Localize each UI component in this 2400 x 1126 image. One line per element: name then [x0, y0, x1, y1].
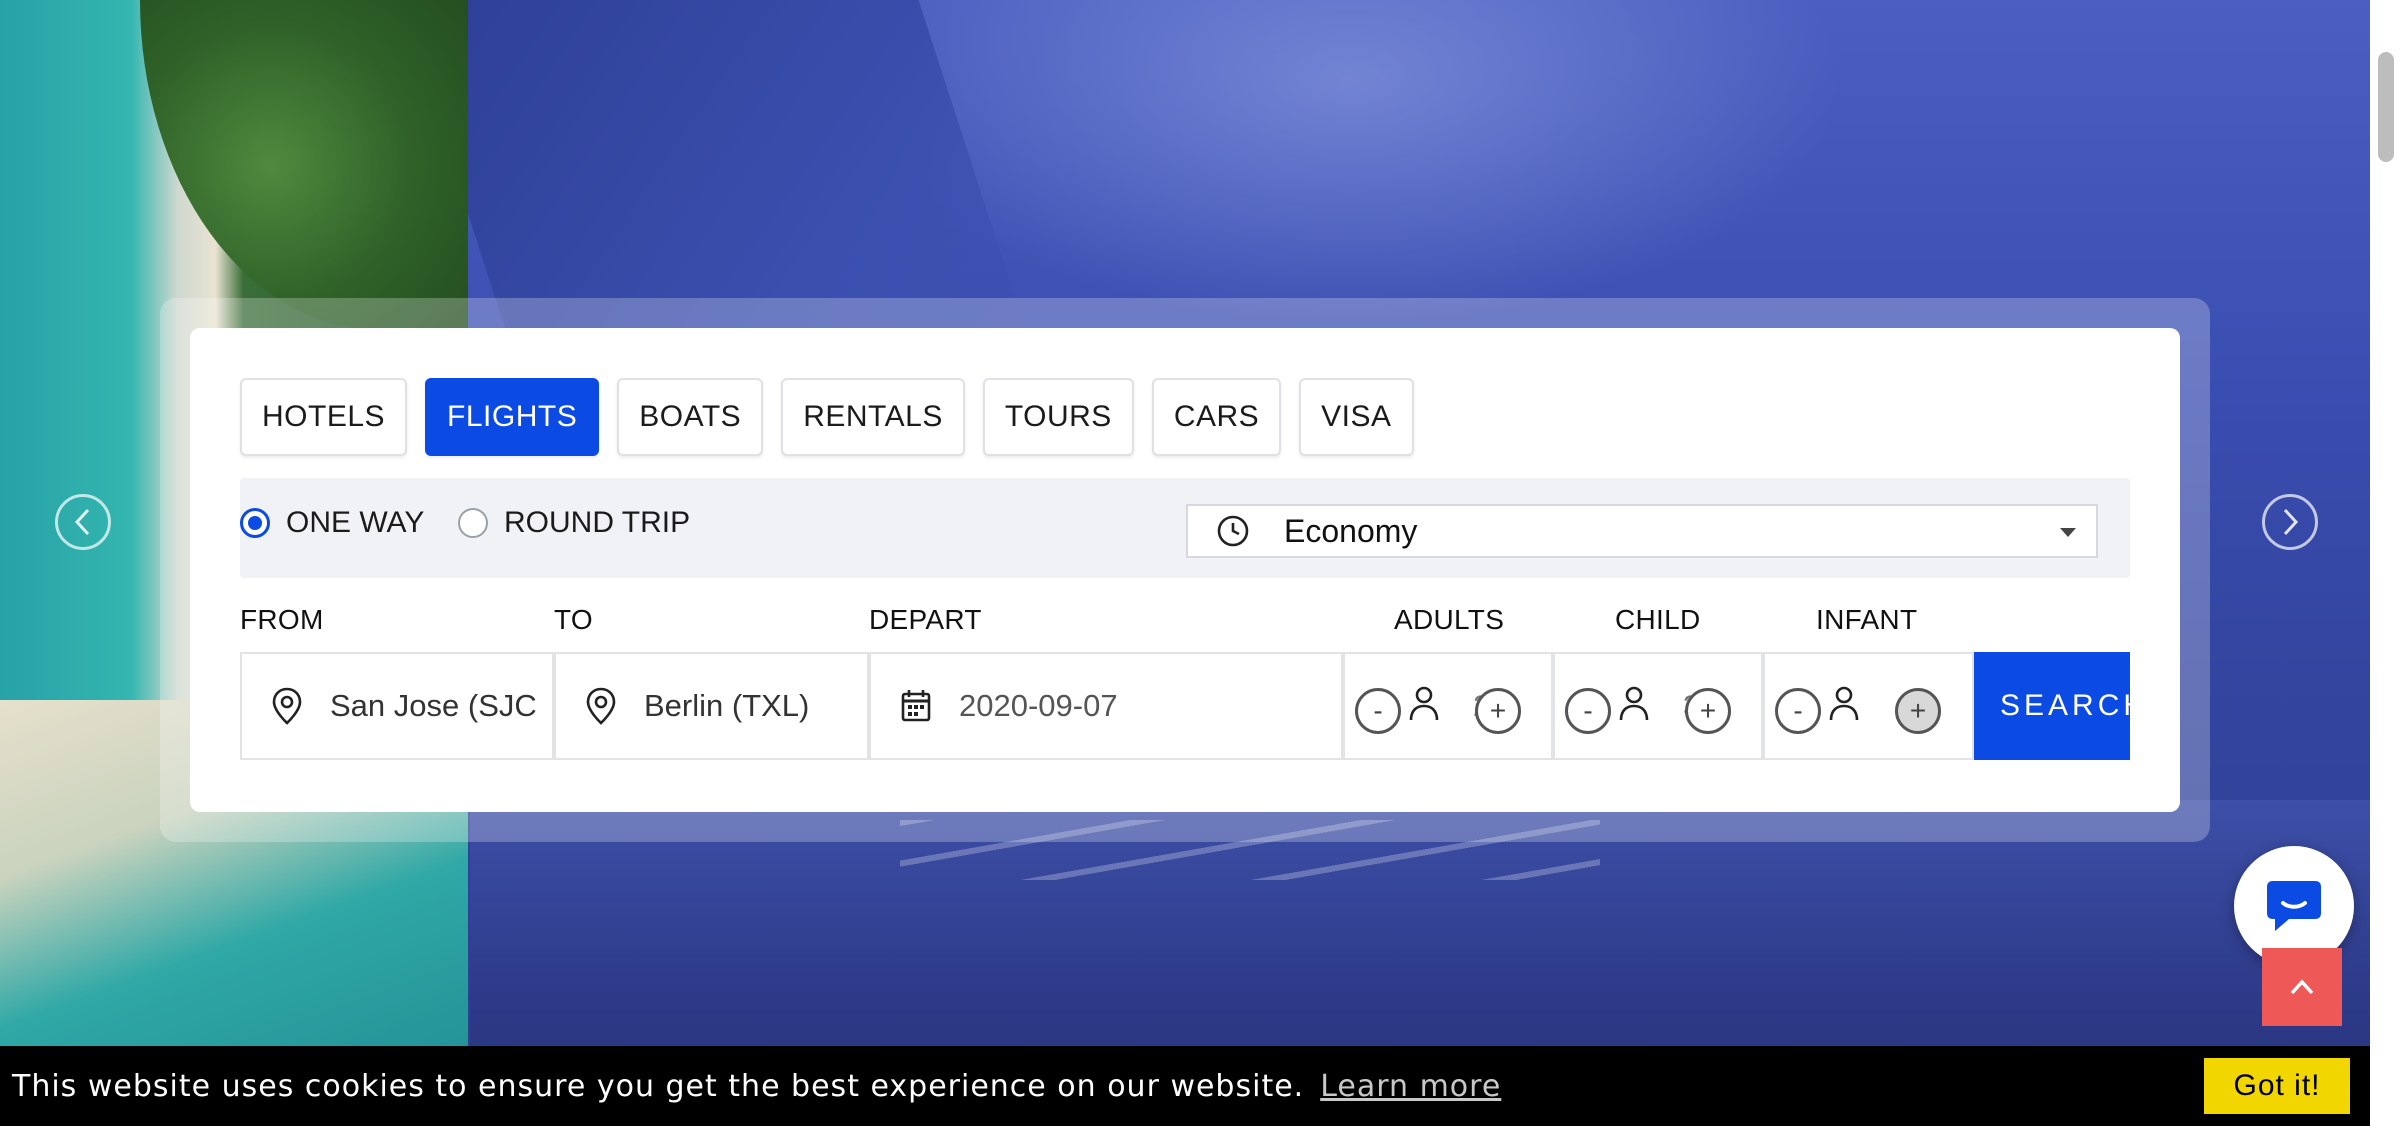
depart-field[interactable]: 2020-09-07: [869, 652, 1343, 760]
search-button[interactable]: SEARCH: [1974, 652, 2130, 760]
search-tabs: HOTELS FLIGHTS BOATS RENTALS TOURS CARS …: [240, 378, 1414, 456]
tab-cars[interactable]: CARS: [1151, 378, 1282, 456]
tab-flights[interactable]: FLIGHTS: [425, 378, 600, 456]
slider-next-button[interactable]: [2262, 494, 2318, 550]
to-input[interactable]: Berlin (TXL): [644, 688, 809, 724]
tab-hotels[interactable]: HOTELS: [240, 378, 408, 456]
to-label: TO: [554, 604, 593, 635]
scrollbar-track[interactable]: [2370, 0, 2400, 1126]
tab-visa[interactable]: VISA: [1299, 378, 1414, 456]
chat-icon: [2267, 881, 2321, 931]
location-pin-icon: [272, 687, 302, 725]
chevron-down-icon: [2060, 528, 2076, 537]
from-input[interactable]: San Jose (SJC: [330, 688, 537, 724]
person-icon: [1829, 686, 1859, 721]
cabin-class-select[interactable]: Economy: [1186, 504, 2098, 558]
adults-counter: - 2 +: [1343, 652, 1553, 760]
adults-increment-button[interactable]: +: [1475, 688, 1521, 734]
adults-decrement-button[interactable]: -: [1355, 688, 1401, 734]
child-decrement-button[interactable]: -: [1565, 688, 1611, 734]
depart-label: DEPART: [869, 604, 982, 635]
child-increment-button[interactable]: +: [1685, 688, 1731, 734]
depart-date-input[interactable]: 2020-09-07: [959, 688, 1118, 724]
infant-decrement-button[interactable]: -: [1775, 688, 1821, 734]
slider-prev-button[interactable]: [55, 494, 111, 550]
child-label: CHILD: [1615, 604, 1701, 635]
search-panel: HOTELS FLIGHTS BOATS RENTALS TOURS CARS …: [190, 328, 2180, 812]
from-field[interactable]: San Jose (SJC: [240, 652, 554, 760]
location-pin-icon: [586, 687, 616, 725]
calendar-icon: [901, 690, 931, 722]
person-icon: [1409, 686, 1439, 721]
clock-icon: [1217, 515, 1249, 547]
one-way-label: ONE WAY: [286, 506, 425, 539]
infant-counter: - +: [1763, 652, 1974, 760]
trip-options-bar: ONE WAY ROUND TRIP Economy: [240, 478, 2130, 578]
tab-tours[interactable]: TOURS: [982, 378, 1134, 456]
radio-unchecked-icon: [458, 508, 488, 538]
chevron-up-icon: [2290, 979, 2314, 995]
back-to-top-button[interactable]: [2262, 948, 2342, 1026]
tab-boats[interactable]: BOATS: [617, 378, 764, 456]
cabin-class-value: Economy: [1284, 512, 1418, 549]
cookie-accept-button[interactable]: Got it!: [2204, 1058, 2350, 1114]
infant-increment-button[interactable]: +: [1895, 688, 1941, 734]
one-way-radio[interactable]: ONE WAY: [240, 506, 424, 540]
cookie-message: This website uses cookies to ensure you …: [12, 1068, 1305, 1104]
person-icon: [1619, 686, 1649, 721]
child-counter: - 3 +: [1553, 652, 1763, 760]
chevron-right-icon: [2283, 508, 2299, 536]
to-field[interactable]: Berlin (TXL): [554, 652, 869, 760]
cookie-learn-more-link[interactable]: Learn more: [1320, 1069, 1501, 1104]
tab-rentals[interactable]: RENTALS: [781, 378, 965, 456]
infant-label: INFANT: [1816, 604, 1918, 635]
round-trip-radio[interactable]: ROUND TRIP: [458, 506, 690, 540]
adults-label: ADULTS: [1394, 604, 1505, 635]
chevron-left-icon: [74, 508, 90, 536]
round-trip-label: ROUND TRIP: [504, 506, 691, 539]
from-label: FROM: [240, 604, 324, 635]
cookie-banner: This website uses cookies to ensure you …: [0, 1046, 2370, 1126]
scrollbar-thumb[interactable]: [2378, 52, 2394, 162]
radio-checked-icon: [240, 508, 270, 538]
